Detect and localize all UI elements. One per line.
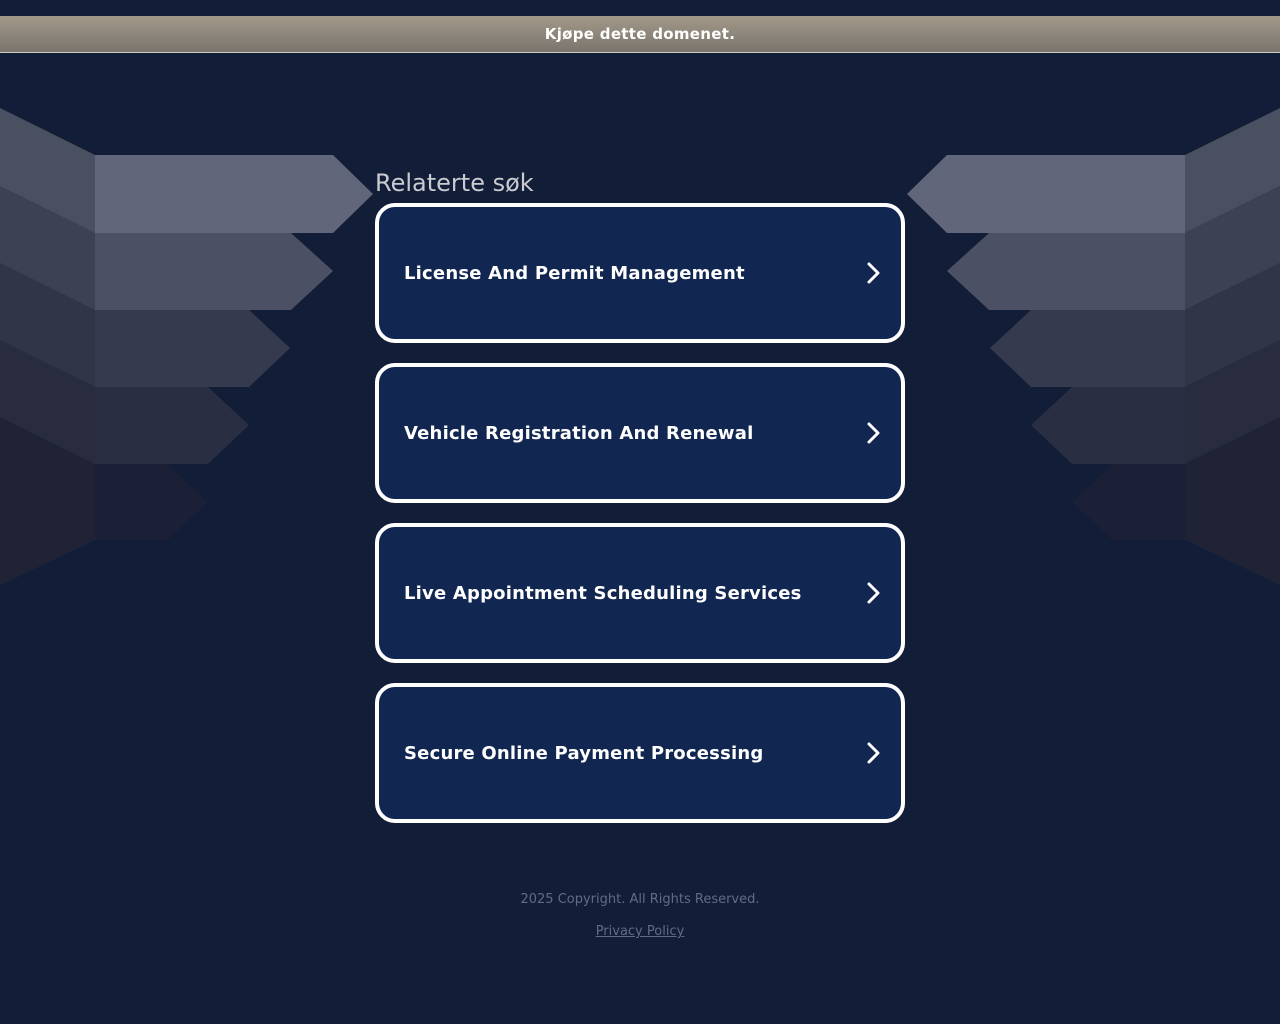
privacy-policy-footer: Privacy Policy (0, 924, 1280, 939)
privacy-policy-link[interactable]: Privacy Policy (596, 924, 685, 939)
chevron-right-icon (861, 421, 885, 445)
related-link-label: Vehicle Registration And Renewal (404, 422, 754, 444)
related-link-label: Live Appointment Scheduling Services (404, 582, 802, 604)
chevron-right-icon (861, 581, 885, 605)
related-link-label: Secure Online Payment Processing (404, 742, 764, 764)
buy-domain-banner: Kjøpe dette domenet. (0, 16, 1280, 53)
related-links-list: License And Permit Management Vehicle Re… (375, 203, 905, 843)
copyright-text: 2025 Copyright. All Rights Reserved. (520, 892, 760, 907)
related-link-appointment-scheduling[interactable]: Live Appointment Scheduling Services (375, 523, 905, 663)
chevron-right-icon (861, 261, 885, 285)
page: Kjøpe dette domenet. Relaterte søk Licen… (0, 0, 1280, 1024)
related-link-license-permit[interactable]: License And Permit Management (375, 203, 905, 343)
chevron-right-icon (861, 741, 885, 765)
related-link-payment-processing[interactable]: Secure Online Payment Processing (375, 683, 905, 823)
related-searches-heading: Relaterte søk (375, 169, 534, 197)
related-link-vehicle-registration[interactable]: Vehicle Registration And Renewal (375, 363, 905, 503)
related-link-label: License And Permit Management (404, 262, 745, 284)
buy-domain-link[interactable]: Kjøpe dette domenet. (545, 25, 735, 43)
